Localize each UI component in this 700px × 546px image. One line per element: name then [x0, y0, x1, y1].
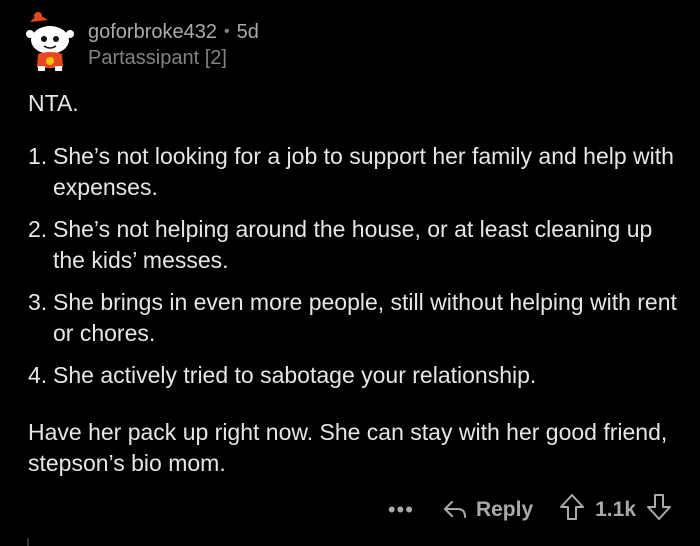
list-item: 1. She’s not looking for a job to suppor… — [28, 141, 678, 203]
avatar[interactable] — [16, 10, 78, 72]
vote-controls: 1.1k — [559, 493, 672, 527]
downvote-arrow-icon — [647, 494, 671, 520]
list-number: 3. — [28, 289, 48, 315]
comment-actions: ••• Reply 1.1k — [388, 494, 672, 526]
list-item-text: She actively tried to sabotage your rela… — [53, 362, 537, 388]
author-line: goforbroke432 • 5d — [88, 20, 259, 44]
comment-age: 5d — [236, 21, 259, 43]
comment-header: goforbroke432 • 5d Partassipant [2] — [16, 10, 259, 74]
downvote-button[interactable] — [646, 493, 672, 527]
username[interactable]: goforbroke432 — [88, 20, 217, 44]
more-options-button[interactable]: ••• — [388, 499, 414, 521]
list-number: 1. — [28, 143, 48, 169]
list-item-text: She brings in even more people, still wi… — [53, 289, 677, 346]
vote-score: 1.1k — [595, 498, 636, 521]
separator-dot: • — [223, 23, 230, 40]
reply-arrow-icon — [443, 501, 466, 518]
list-item-text: She’s not looking for a job to support h… — [53, 143, 674, 200]
reply-label: Reply — [475, 498, 534, 521]
verdict-text: NTA. — [28, 90, 79, 116]
comment-body: NTA. 1. She’s not looking for a job to s… — [28, 88, 678, 479]
points-list: 1. She’s not looking for a job to suppor… — [28, 141, 678, 391]
user-flair: Partassipant [2] — [88, 47, 227, 69]
list-item: 3. She brings in even more people, still… — [28, 287, 678, 349]
list-item-text: She’s not helping around the house, or a… — [53, 216, 653, 273]
list-number: 4. — [28, 362, 48, 388]
snoo-avatar-icon — [26, 12, 74, 71]
list-number: 2. — [28, 216, 48, 242]
upvote-arrow-icon — [560, 494, 585, 520]
upvote-button[interactable] — [559, 493, 585, 527]
closing-text: Have her pack up right now. She can stay… — [28, 419, 668, 476]
reply-button[interactable]: Reply — [442, 498, 533, 522]
comment: goforbroke432 • 5d Partassipant [2] NTA.… — [0, 0, 700, 546]
list-item: 4. She actively tried to sabotage your r… — [28, 360, 678, 391]
comment-meta: goforbroke432 • 5d Partassipant [2] — [88, 20, 259, 70]
thread-line[interactable] — [27, 538, 29, 546]
list-item: 2. She’s not helping around the house, o… — [28, 214, 678, 276]
